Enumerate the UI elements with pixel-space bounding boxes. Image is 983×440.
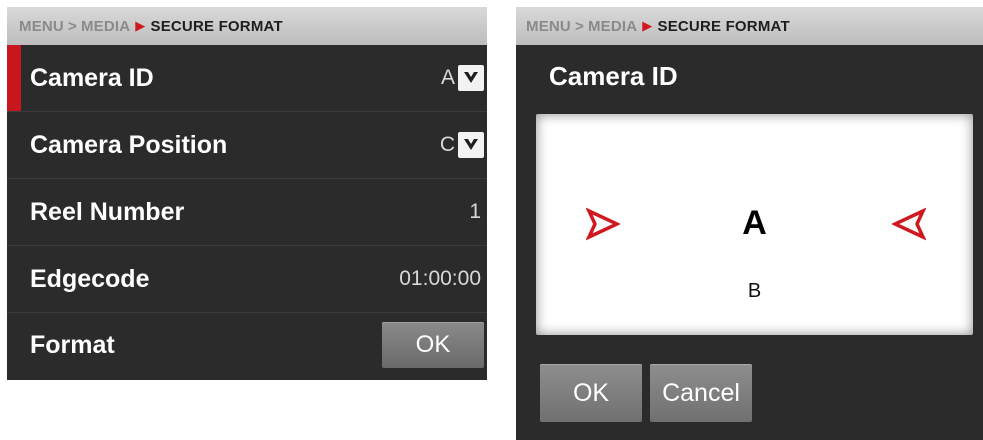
- breadcrumb-current: SECURE FORMAT: [657, 17, 790, 35]
- menu-row-format: Format OK: [7, 313, 487, 377]
- cancel-button[interactable]: Cancel: [650, 364, 752, 422]
- edgecode-label: Edgecode: [30, 264, 150, 293]
- breadcrumb-current: SECURE FORMAT: [150, 17, 283, 35]
- value-picker[interactable]: A B: [536, 114, 973, 335]
- format-label: Format: [30, 330, 115, 359]
- chevron-down-icon[interactable]: [458, 132, 484, 158]
- breadcrumb-separator: >: [67, 17, 77, 35]
- red-chevron-left-icon: [890, 207, 927, 246]
- menu-row-reel-number[interactable]: Reel Number 1: [7, 179, 487, 246]
- breadcrumb: MENU > MEDIA ▶ SECURE FORMAT: [516, 7, 983, 45]
- format-ok-button[interactable]: OK: [382, 322, 484, 368]
- breadcrumb-media[interactable]: MEDIA: [81, 18, 130, 35]
- edgecode-field[interactable]: 01:00:00: [399, 267, 484, 291]
- dialog-title: Camera ID: [549, 61, 678, 91]
- camera-position-dropdown[interactable]: C: [440, 132, 484, 158]
- ok-button[interactable]: OK: [540, 364, 642, 422]
- breadcrumb-menu[interactable]: MENU: [19, 18, 64, 35]
- camera-position-label: Camera Position: [30, 130, 228, 159]
- chevron-down-icon[interactable]: [458, 65, 484, 91]
- edgecode-value: 01:00:00: [399, 267, 481, 290]
- menu-row-edgecode[interactable]: Edgecode 01:00:00: [7, 246, 487, 313]
- secure-format-menu: MENU > MEDIA ▶ SECURE FORMAT Camera ID A…: [7, 7, 487, 380]
- camera-id-dropdown[interactable]: A: [441, 65, 484, 91]
- reel-number-value: 1: [469, 200, 481, 223]
- selected-row-indicator: [7, 45, 21, 111]
- reel-number-label: Reel Number: [30, 197, 185, 226]
- camera-position-value: C: [439, 133, 455, 156]
- breadcrumb-arrow-icon: ▶: [135, 18, 146, 33]
- breadcrumb-media[interactable]: MEDIA: [588, 18, 637, 35]
- camera-id-value: A: [440, 66, 455, 89]
- reel-number-field[interactable]: 1: [469, 200, 484, 224]
- breadcrumb-menu[interactable]: MENU: [526, 18, 571, 35]
- menu-row-camera-id[interactable]: Camera ID A: [7, 45, 487, 112]
- breadcrumb-separator: >: [574, 17, 584, 35]
- breadcrumb: MENU > MEDIA ▶ SECURE FORMAT: [7, 7, 487, 45]
- picker-next-value[interactable]: B: [536, 280, 973, 303]
- menu-row-camera-position[interactable]: Camera Position C: [7, 112, 487, 179]
- breadcrumb-arrow-icon: ▶: [642, 18, 653, 33]
- camera-id-dialog: MENU > MEDIA ▶ SECURE FORMAT Camera ID A…: [516, 7, 983, 440]
- camera-id-label: Camera ID: [30, 63, 154, 92]
